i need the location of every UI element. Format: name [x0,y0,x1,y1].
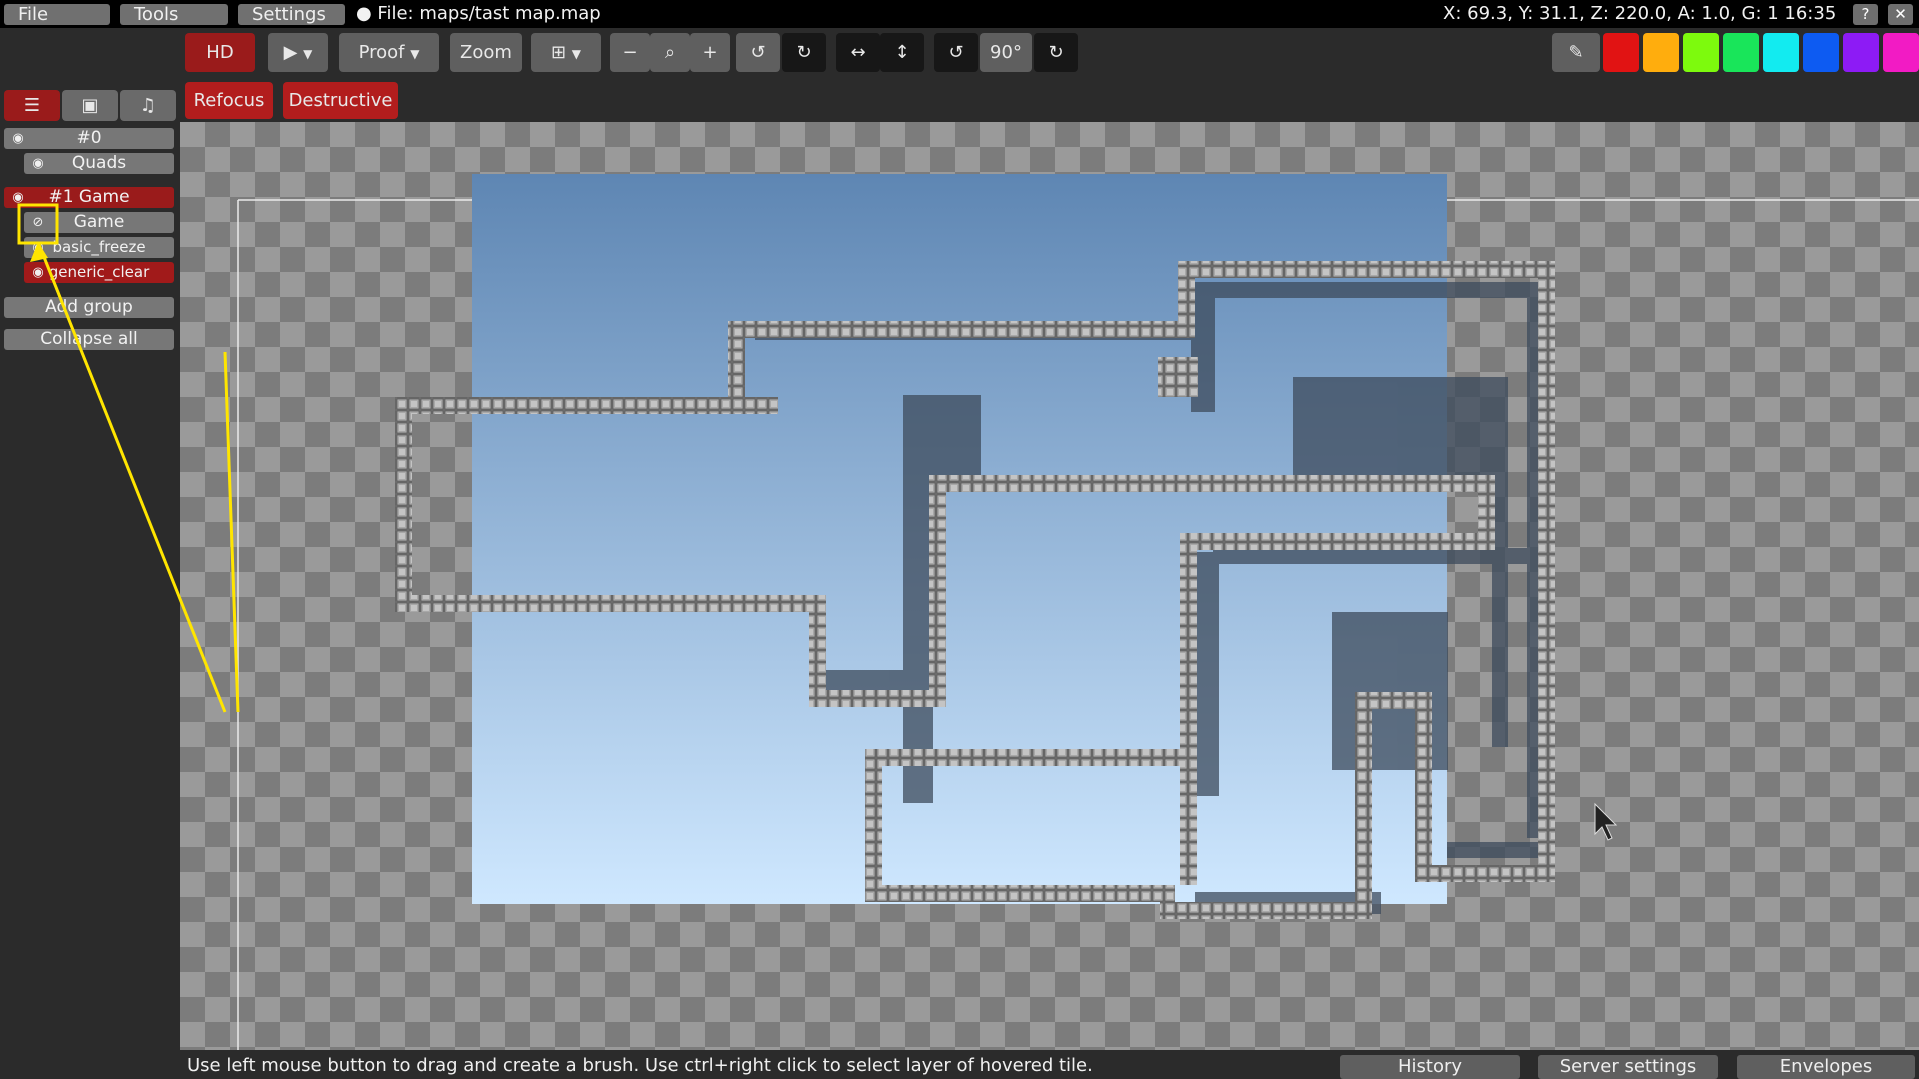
images-tab[interactable]: ▣ [62,90,118,121]
zoom-button[interactable]: Zoom [450,33,522,72]
undo-icon[interactable]: ↺ [736,33,780,72]
chevron-down-icon: ▼ [410,47,420,61]
color-swatch-lime[interactable] [1683,33,1719,72]
eyedropper-icon[interactable]: ✎ [1552,33,1600,72]
proof-label: Proof [358,42,405,63]
play-button[interactable]: ▶ ▼ [268,33,328,72]
proof-button[interactable]: Proof ▼ [339,33,439,72]
rotation-input[interactable]: 90° [980,33,1032,72]
flip-horizontal-icon[interactable]: ↔ [836,33,880,72]
history-button[interactable]: History [1340,1055,1520,1079]
group-0-label: #0 [76,128,102,148]
zoom-out-icon[interactable]: − [610,33,650,72]
settings-menu[interactable]: Settings [238,4,345,25]
layer-quads-label: Quads [71,153,127,173]
color-swatch-orange[interactable] [1643,33,1679,72]
cursor-status: X: 69.3, Y: 31.1, Z: 220.0, A: 1.0, G: 1… [1443,3,1837,24]
color-swatch-purple[interactable] [1843,33,1879,72]
refocus-button[interactable]: Refocus [185,82,273,119]
rotate-cw-icon[interactable]: ↻ [1034,33,1078,72]
map-canvas[interactable] [180,122,1919,1050]
redo-icon[interactable]: ↻ [782,33,826,72]
grid-button[interactable]: ⊞ ▼ [531,33,601,72]
layer-quads[interactable]: ◉ Quads [24,153,174,174]
color-swatch-red[interactable] [1603,33,1639,72]
music-icon: ♫ [139,95,157,116]
color-swatch-cyan[interactable] [1763,33,1799,72]
play-icon: ▶ [283,42,298,63]
hint-text: Use left mouse button to drag and create… [187,1055,1093,1076]
help-icon[interactable]: ? [1853,4,1878,25]
color-swatch-green[interactable] [1723,33,1759,72]
annotation-arrow-line [36,241,227,713]
file-menu[interactable]: File [4,4,110,25]
file-title: ● File: maps/tast map.map [356,3,601,24]
color-swatch-blue[interactable] [1803,33,1839,72]
eye-icon[interactable]: ◉ [28,153,48,174]
destructive-button[interactable]: Destructive [283,82,398,119]
hd-button[interactable]: HD [185,33,255,72]
annotation-highlight-box [17,203,59,245]
envelopes-button[interactable]: Envelopes [1737,1055,1915,1079]
layers-tab[interactable]: ☰ [4,90,60,121]
close-icon[interactable]: ✕ [1888,4,1913,25]
grid-icon: ⊞ [550,42,567,63]
flip-vertical-icon[interactable]: ↕ [880,33,924,72]
eye-icon[interactable]: ◉ [8,128,28,149]
rotate-ccw-icon[interactable]: ↺ [934,33,978,72]
zoom-in-icon[interactable]: + [690,33,730,72]
tools-menu[interactable]: Tools [120,4,228,25]
annotation-overlay [17,203,227,713]
group-0[interactable]: ◉ #0 [4,128,174,149]
sounds-tab[interactable]: ♫ [120,90,176,121]
mouse-cursor-icon [1594,802,1618,841]
server-settings-button[interactable]: Server settings [1538,1055,1718,1079]
layers-icon: ☰ [23,95,41,116]
chevron-down-icon: ▼ [571,47,582,61]
zoom-reset-icon[interactable]: ⌕ [650,33,690,72]
chevron-down-icon: ▼ [303,47,313,61]
images-icon: ▣ [81,95,99,116]
color-swatch-magenta[interactable] [1883,33,1919,72]
map-view [223,174,1919,1050]
